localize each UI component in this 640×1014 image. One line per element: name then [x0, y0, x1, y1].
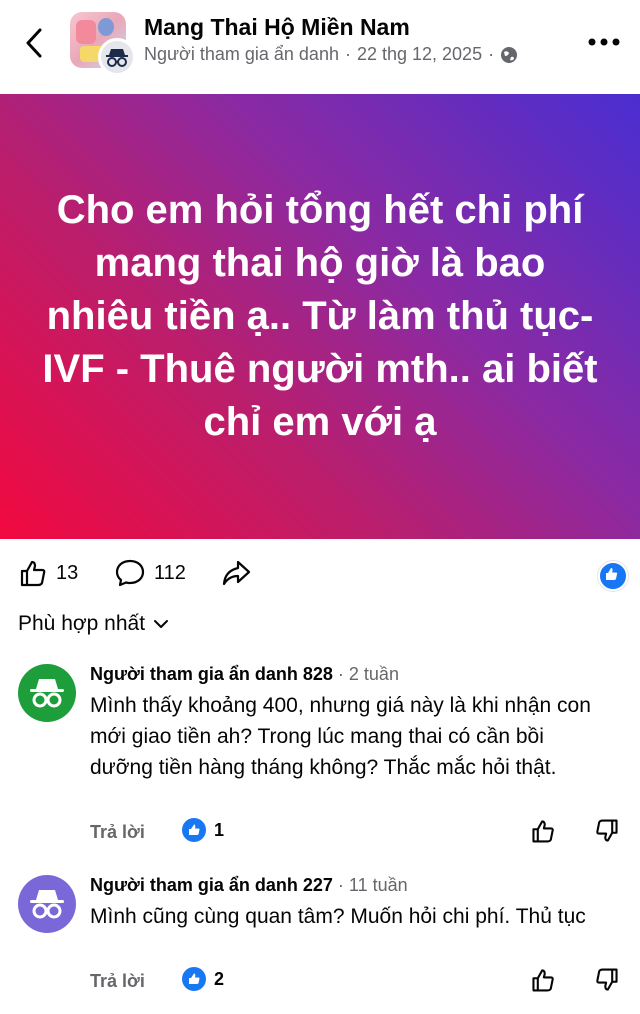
- commenter-avatar[interactable]: [18, 664, 76, 722]
- reaction-summary-like[interactable]: [598, 561, 628, 591]
- more-options-button[interactable]: [586, 34, 622, 50]
- comment-count: 112: [154, 561, 186, 584]
- post-date: 22 thg 12, 2025: [356, 44, 483, 64]
- comment-button[interactable]: 112: [114, 558, 186, 588]
- back-button[interactable]: [22, 26, 48, 60]
- globe-icon: [501, 46, 518, 63]
- share-arrow-icon: [222, 560, 251, 586]
- thumbs-up-outline-icon: [532, 969, 554, 992]
- thumbs-up-outline-icon: [20, 560, 46, 587]
- downvote-button[interactable]: [594, 967, 620, 998]
- comment-actions: Trả lời 2: [90, 967, 630, 997]
- post-text: Cho em hỏi tổng hết chi phí mang thai hộ…: [42, 188, 598, 444]
- comment-actions: Trả lời 1: [90, 818, 630, 848]
- incognito-icon: [30, 890, 64, 919]
- commenter-avatar[interactable]: [18, 875, 76, 933]
- more-horizontal-icon: [588, 38, 620, 46]
- commenter-name[interactable]: Người tham gia ẩn danh 828 · 2 tuần: [90, 664, 399, 685]
- comment-text: Mình thấy khoảng 400, nhưng giá này là k…: [90, 694, 591, 779]
- comment-reaction-count[interactable]: 2: [182, 967, 224, 991]
- separator-dot: ·: [344, 44, 351, 64]
- upvote-button[interactable]: [530, 818, 556, 849]
- thumbs-up-outline-icon: [532, 820, 554, 843]
- comment-time: 2 tuần: [348, 664, 399, 684]
- like-reaction-icon: [182, 967, 206, 991]
- author-name: Người tham gia ẩn danh: [144, 44, 339, 64]
- post-background-text: Cho em hỏi tổng hết chi phí mang thai hộ…: [0, 94, 640, 539]
- separator-dot: ·: [488, 44, 495, 64]
- thumbs-down-outline-icon: [596, 968, 618, 991]
- like-reaction-icon: [606, 568, 618, 580]
- sort-label: Phù hợp nhất: [18, 612, 146, 635]
- reply-button[interactable]: Trả lời: [90, 971, 145, 992]
- reaction-bar: 13 112: [0, 550, 640, 596]
- incognito-icon: [106, 49, 128, 67]
- downvote-button[interactable]: [594, 818, 620, 849]
- comment-bubble-icon: [115, 559, 145, 587]
- group-name[interactable]: Mang Thai Hộ Miền Nam: [144, 14, 410, 41]
- upvote-button[interactable]: [530, 967, 556, 998]
- comment-text: Mình cũng cùng quan tâm? Muốn hỏi chi ph…: [90, 905, 586, 928]
- share-button[interactable]: [220, 558, 252, 588]
- like-count: 13: [56, 561, 79, 584]
- chevron-down-icon: [154, 620, 169, 628]
- chevron-left-icon: [26, 28, 42, 58]
- like-reaction-icon: [182, 818, 206, 842]
- incognito-icon: [30, 679, 64, 708]
- thumbs-down-outline-icon: [596, 819, 618, 842]
- comment-time: 11 tuần: [348, 875, 408, 895]
- comment-sort-dropdown[interactable]: Phù hợp nhất: [18, 612, 169, 636]
- reply-button[interactable]: Trả lời: [90, 822, 145, 843]
- like-button[interactable]: 13: [18, 558, 78, 588]
- anonymous-avatar: [98, 38, 136, 76]
- post-header: Mang Thai Hộ Miền Nam Người tham gia ẩn …: [0, 0, 640, 94]
- post-meta: Người tham gia ẩn danh · 22 thg 12, 2025…: [144, 44, 518, 65]
- commenter-name[interactable]: Người tham gia ẩn danh 227 · 11 tuần: [90, 875, 408, 896]
- comment-reaction-count[interactable]: 1: [182, 818, 224, 842]
